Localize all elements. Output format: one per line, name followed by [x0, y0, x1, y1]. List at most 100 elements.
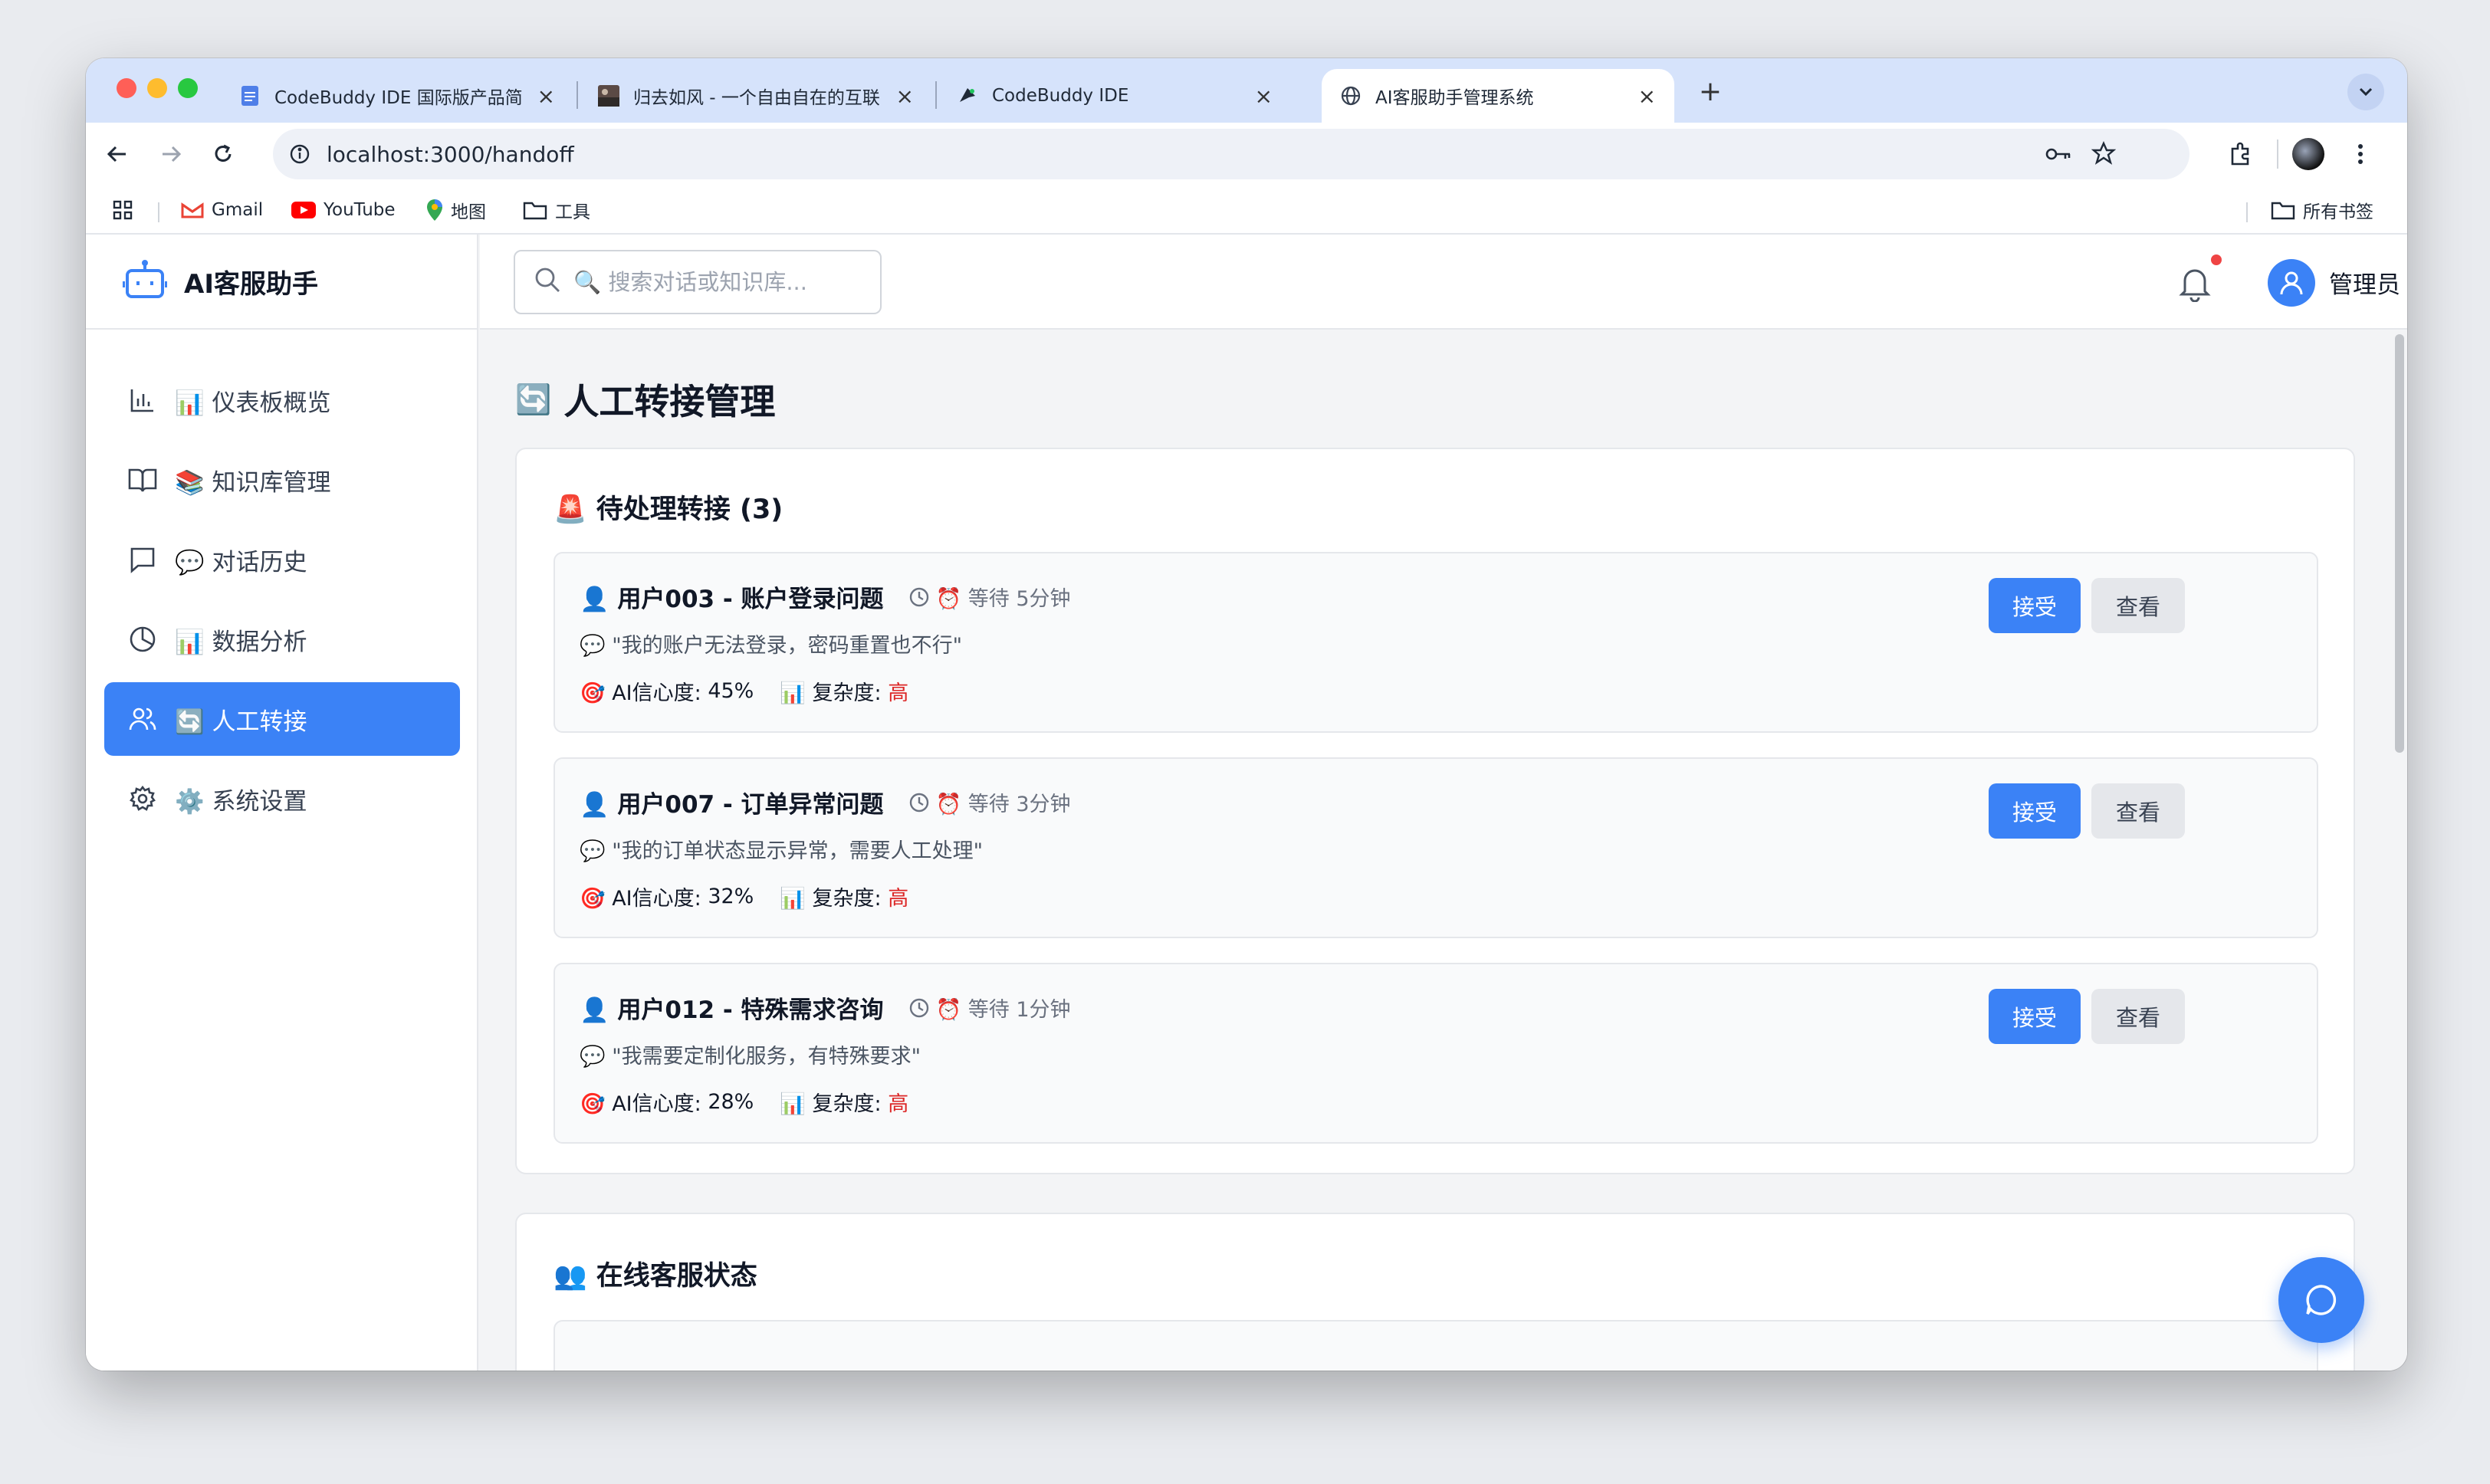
accept-button[interactable]: 接受: [1989, 783, 2081, 839]
users-icon: [127, 704, 158, 734]
tab-title: CodeBuddy IDE 国际版产品简: [274, 88, 523, 108]
close-icon[interactable]: ×: [1638, 84, 1656, 109]
close-icon[interactable]: ×: [1255, 84, 1273, 109]
wait-time: ⏰ 等待 1分钟: [908, 993, 1071, 1023]
user-avatar[interactable]: [2268, 259, 2315, 307]
view-button[interactable]: 查看: [2091, 989, 2185, 1044]
sidebar: AI客服助手 📊 仪表板概览 📚 知识库管理 💬 对话历史 📊 数据分析 🔄 人…: [86, 235, 478, 1371]
complexity-label: 📊 复杂度:: [780, 887, 882, 911]
minimize-window-button[interactable]: [147, 78, 167, 98]
wait-time: ⏰ 等待 5分钟: [908, 582, 1071, 612]
sidebar-item-analytics[interactable]: 📊 数据分析: [104, 602, 460, 676]
scrollbar[interactable]: [2395, 334, 2404, 753]
more-menu-icon[interactable]: [2344, 138, 2377, 170]
app-header: 管理员: [480, 235, 2407, 330]
panel-title: 👥 在线客服状态: [554, 1261, 757, 1292]
maximize-window-button[interactable]: [178, 78, 198, 98]
star-icon[interactable]: [2091, 141, 2117, 169]
url-text: localhost:3000/handoff: [327, 141, 574, 167]
bookmark-folder-tools[interactable]: 工具: [523, 196, 590, 224]
transfer-card: 👤 用户003 - 账户登录问题 ⏰ 等待 5分钟 💬 "我的账户无法登录，密码…: [554, 552, 2318, 733]
apps-grid-icon[interactable]: [112, 196, 133, 224]
browser-toolbar: localhost:3000/handoff: [86, 123, 2407, 186]
new-tab-icon[interactable]: +: [1694, 75, 1726, 107]
pending-transfers-panel: 🚨 待处理转接 (3) 👤 用户003 - 账户登录问题 ⏰ 等待 5分钟 💬 …: [515, 448, 2355, 1174]
search-box[interactable]: [514, 250, 882, 314]
wait-text: ⏰ 等待 5分钟: [935, 587, 1071, 611]
robot-icon: [122, 260, 168, 303]
gear-icon: [127, 783, 158, 814]
user-name[interactable]: 管理员: [2329, 265, 2400, 300]
clock-icon: [908, 997, 930, 1019]
view-button[interactable]: 查看: [2091, 783, 2185, 839]
sidebar-item-label: 📊 仪表板概览: [175, 389, 331, 417]
confidence-value: 45%: [708, 679, 754, 703]
brand-name: AI客服助手: [184, 268, 318, 300]
clock-icon: [908, 586, 930, 608]
accept-button[interactable]: 接受: [1989, 989, 2081, 1044]
complexity-label: 📊 复杂度:: [780, 1092, 882, 1116]
sidebar-item-knowledge-base[interactable]: 📚 知识库管理: [104, 443, 460, 517]
view-button[interactable]: 查看: [2091, 578, 2185, 633]
bookmark-maps[interactable]: 地图: [426, 196, 486, 224]
confidence-label: 🎯 AI信心度:: [580, 887, 701, 911]
bookmark-label: YouTube: [324, 200, 396, 220]
all-bookmarks[interactable]: 所有书签: [2271, 196, 2373, 224]
wait-text: ⏰ 等待 1分钟: [935, 998, 1071, 1022]
sidebar-item-label: 💬 对话历史: [175, 548, 307, 576]
transfer-card: 👤 用户012 - 特殊需求咨询 ⏰ 等待 1分钟 💬 "我需要定制化服务，有特…: [554, 963, 2318, 1144]
close-icon[interactable]: ×: [896, 84, 914, 109]
confidence-label: 🎯 AI信心度:: [580, 1092, 701, 1116]
bookmarks-bar: Gmail YouTube 地图 工具 所有书签: [86, 186, 2407, 235]
toolbar-divider: [2277, 140, 2278, 169]
key-icon[interactable]: [2044, 143, 2073, 169]
sidebar-item-conversations[interactable]: 💬 对话历史: [104, 523, 460, 596]
tab-title: AI客服助手管理系统: [1375, 88, 1534, 108]
sidebar-item-dashboard[interactable]: 📊 仪表板概览: [104, 363, 460, 437]
search-input[interactable]: [573, 269, 849, 295]
browser-tab[interactable]: CodeBuddy IDE ×: [938, 69, 1291, 123]
bookmark-gmail[interactable]: Gmail: [181, 196, 263, 224]
accept-button[interactable]: 接受: [1989, 578, 2081, 633]
confidence-value: 32%: [708, 885, 754, 908]
wait-text: ⏰ 等待 3分钟: [935, 793, 1071, 816]
chat-fab-button[interactable]: [2278, 1257, 2364, 1343]
close-window-button[interactable]: [117, 78, 136, 98]
transfer-title: 👤 用户007 - 订单异常问题: [580, 791, 884, 819]
bookmark-label: 地图: [451, 202, 486, 222]
address-bar[interactable]: localhost:3000/handoff: [273, 129, 2189, 179]
complexity-value: 高: [888, 887, 909, 911]
panel-title: 🚨 待处理转接 (3): [554, 494, 783, 525]
bell-icon[interactable]: [2176, 264, 2214, 303]
clock-icon: [908, 792, 930, 813]
bookmark-youtube[interactable]: YouTube: [291, 196, 396, 224]
back-arrow-icon[interactable]: [101, 138, 133, 170]
browser-tab[interactable]: CodeBuddy IDE 国际版产品简 ×: [221, 69, 573, 123]
sidebar-item-settings[interactable]: ⚙️ 系统设置: [104, 762, 460, 836]
forward-arrow-icon[interactable]: [155, 138, 187, 170]
brand: AI客服助手: [86, 235, 477, 330]
notification-badge: [2211, 254, 2222, 265]
confidence-value: 28%: [708, 1090, 754, 1114]
extensions-icon[interactable]: [2225, 138, 2257, 170]
reload-icon[interactable]: [207, 138, 239, 170]
sidebar-item-label: ⚙️ 系统设置: [175, 787, 307, 816]
page-title: 🔄 人工转接管理: [515, 374, 775, 425]
sidebar-item-handoff[interactable]: 🔄 人工转接: [104, 682, 460, 756]
tab-search-chevron-icon[interactable]: [2347, 74, 2384, 110]
tab-title: 归去如风 - 一个自由自在的互联: [633, 88, 880, 108]
bookmark-divider: [158, 202, 159, 222]
bookmark-divider: [2246, 202, 2248, 222]
tab-separator: [577, 81, 578, 109]
bookmark-label: Gmail: [212, 200, 264, 220]
tab-strip: CodeBuddy IDE 国际版产品简 × 归去如风 - 一个自由自在的互联 …: [86, 58, 2407, 123]
transfer-quote: 💬 "我需要定制化服务，有特殊要求": [580, 1045, 921, 1069]
transfer-title: 👤 用户003 - 账户登录问题: [580, 586, 884, 613]
close-icon[interactable]: ×: [537, 84, 555, 109]
profile-avatar[interactable]: [2292, 138, 2324, 170]
site-info-icon[interactable]: [288, 143, 311, 169]
image-thumb-icon: [598, 85, 619, 107]
browser-tab-active[interactable]: AI客服助手管理系统 ×: [1322, 69, 1674, 123]
map-pin-icon: [426, 199, 443, 222]
browser-tab[interactable]: 归去如风 - 一个自由自在的互联 ×: [580, 69, 932, 123]
